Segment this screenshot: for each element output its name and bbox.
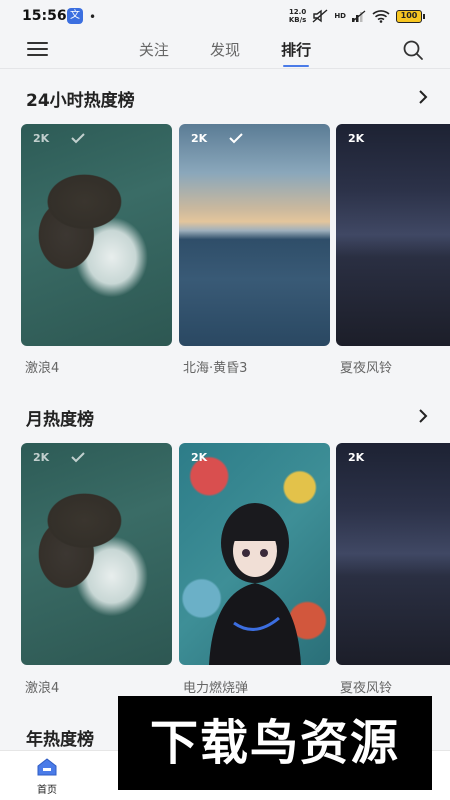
wallpaper-caption: 电力燃烧弹 bbox=[183, 681, 249, 696]
check-icon bbox=[71, 452, 85, 463]
wallpaper-caption: 激浪4 bbox=[25, 361, 60, 376]
section-title-24h: 24小时热度榜 bbox=[26, 91, 135, 111]
wallpaper-card[interactable]: 2K bbox=[336, 443, 450, 665]
status-time: 15:56 bbox=[22, 8, 67, 24]
network-speed: 12.0 KB/s bbox=[289, 8, 306, 24]
anime-character-illustration bbox=[209, 503, 301, 665]
status-icons: 12.0 KB/s HD 100 bbox=[289, 7, 425, 25]
notification-dot: • bbox=[89, 10, 97, 24]
resolution-badge: 2K bbox=[191, 132, 208, 145]
hd-icon: HD bbox=[334, 12, 346, 20]
wallpaper-card[interactable]: 2K bbox=[21, 124, 172, 346]
wallpaper-card[interactable]: 2K bbox=[179, 124, 330, 346]
search-icon[interactable] bbox=[402, 39, 424, 61]
wallpaper-card[interactable]: 2K bbox=[179, 443, 330, 665]
battery-icon: 100 bbox=[396, 9, 425, 23]
wifi-icon bbox=[372, 9, 390, 23]
tab-follow[interactable]: 关注 bbox=[139, 39, 169, 60]
wallpaper-caption: 北海·黄昏3 bbox=[183, 361, 248, 376]
chevron-right-icon[interactable] bbox=[416, 90, 430, 104]
tab-discover[interactable]: 发现 bbox=[210, 39, 240, 60]
tab-ranking[interactable]: 排行 bbox=[281, 39, 311, 67]
resolution-badge: 2K bbox=[33, 132, 50, 145]
wallpaper-card[interactable]: 2K bbox=[336, 124, 450, 346]
home-icon bbox=[37, 758, 57, 776]
signal-icon bbox=[352, 10, 366, 22]
resolution-badge: 2K bbox=[348, 132, 365, 145]
wallpaper-caption: 夏夜风铃 bbox=[340, 361, 393, 376]
watermark-banner: 下载鸟资源 bbox=[118, 696, 432, 790]
wallpaper-caption: 夏夜风铃 bbox=[340, 681, 393, 696]
tab-bar: 关注 发现 排行 bbox=[0, 39, 450, 67]
chevron-right-icon[interactable] bbox=[416, 409, 430, 423]
wallpaper-caption: 激浪4 bbox=[25, 681, 60, 696]
section-title-year: 年热度榜 bbox=[26, 730, 94, 750]
network-speed-value: 12.0 bbox=[288, 8, 307, 16]
wallpaper-card[interactable]: 2K bbox=[21, 443, 172, 665]
resolution-badge: 2K bbox=[33, 451, 50, 464]
network-speed-unit: KB/s bbox=[288, 16, 307, 24]
resolution-badge: 2K bbox=[348, 451, 365, 464]
check-icon bbox=[71, 133, 85, 144]
app-notification-icon: 文 bbox=[67, 8, 83, 24]
status-bar: 15:56 文 • 12.0 KB/s HD 100 bbox=[0, 0, 450, 32]
watermark-text: 下载鸟资源 bbox=[149, 715, 400, 771]
check-icon bbox=[229, 133, 243, 144]
nav-home-label: 首页 bbox=[37, 785, 57, 796]
mute-icon bbox=[312, 9, 328, 23]
nav-home[interactable]: 首页 bbox=[17, 757, 77, 796]
header-divider bbox=[0, 68, 450, 69]
section-title-month: 月热度榜 bbox=[26, 410, 94, 430]
top-navigation: 关注 发现 排行 bbox=[0, 32, 450, 68]
